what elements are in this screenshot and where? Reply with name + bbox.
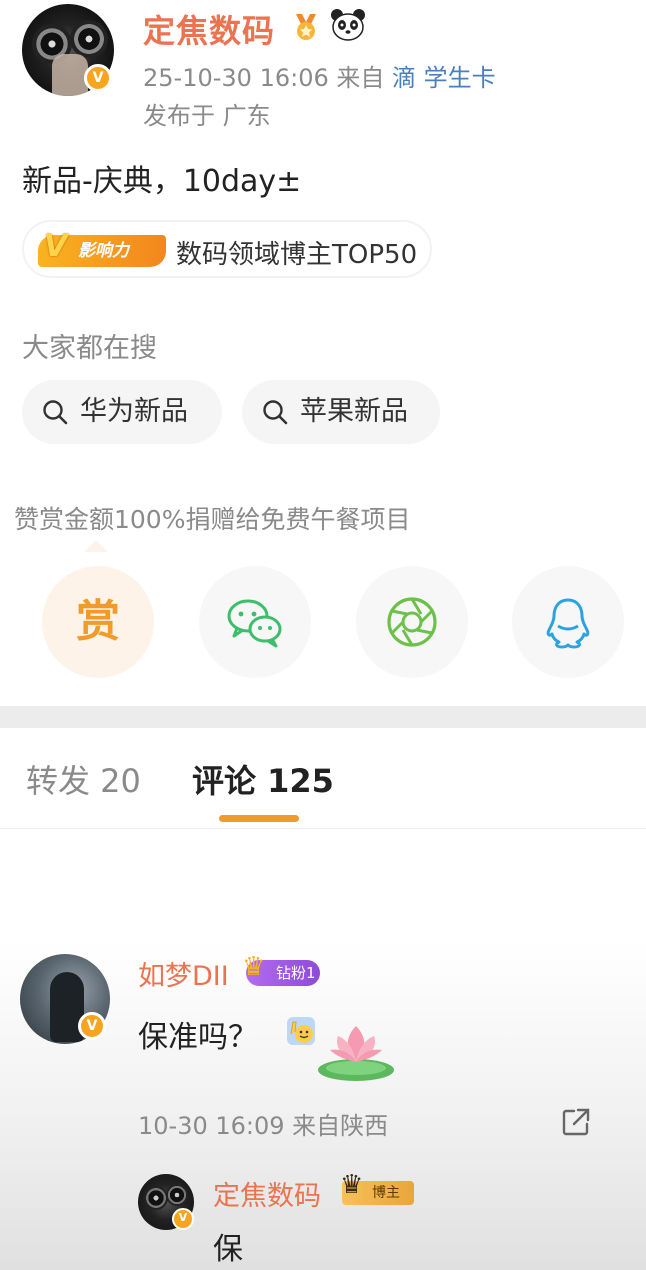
wechat-icon [227, 599, 282, 648]
section-divider [0, 706, 646, 728]
blogger-badge: ♛ 博主 [340, 1172, 414, 1205]
share-icon[interactable] [560, 1106, 592, 1138]
reply-text: 保 [213, 1232, 243, 1267]
qq-icon [546, 598, 590, 649]
commenter-name[interactable]: 如梦DII [138, 954, 229, 993]
moments-icon [387, 597, 437, 647]
tab-repost[interactable]: 转发 20 [26, 756, 141, 802]
comment-meta: 10-30 16:09 来自陕西 [138, 1112, 389, 1140]
verified-icon: V [172, 1208, 194, 1230]
verified-icon: V [84, 64, 112, 92]
post-text: 新品-庆典，10day± [22, 164, 302, 199]
source-app-link[interactable]: 滴 学生卡 [392, 64, 496, 92]
fan-level-badge: ♛ 钻粉1 [242, 954, 320, 986]
influence-text: 数码领域博主TOP50 [176, 240, 418, 270]
search-icon [263, 400, 288, 425]
tab-active-indicator [219, 815, 299, 822]
share-wechat-button[interactable] [199, 566, 311, 678]
reward-description: 赞赏金额100%捐赠给免费午餐项目 [14, 505, 411, 534]
post-location: 发布于 广东 [143, 102, 271, 130]
reward-pointer [84, 540, 108, 552]
search-chip-apple[interactable]: 苹果新品 [242, 380, 440, 444]
search-chip-huawei[interactable]: 华为新品 [22, 380, 222, 444]
reply-author-name[interactable]: 定焦数码 [213, 1174, 321, 1213]
post-time: 25-10-30 16:06 [143, 64, 329, 92]
author-name[interactable]: 定焦数码 [143, 6, 275, 52]
comment-text: 保准吗？ [138, 1020, 258, 1055]
tab-divider [0, 828, 646, 829]
influence-badge: V 影响力 [38, 231, 166, 267]
verified-icon: V [78, 1012, 106, 1040]
panda-icon[interactable] [330, 8, 366, 42]
share-qq-button[interactable] [512, 566, 624, 678]
influence-tag[interactable]: V 影响力 数码领域博主TOP50 [22, 220, 432, 278]
post-meta: 25-10-30 16:06 来自 滴 学生卡 [143, 58, 496, 93]
reward-button[interactable]: 赏 [42, 566, 154, 678]
medal-icon[interactable] [290, 10, 322, 42]
search-chip-label: 苹果新品 [300, 396, 408, 427]
search-icon [43, 400, 68, 425]
search-section-title: 大家都在搜 [22, 333, 157, 364]
v-influence-icon: V [44, 229, 68, 264]
tab-comment[interactable]: 评论 125 [192, 756, 334, 802]
source-prefix: 来自 [336, 64, 385, 92]
wave-emoji-icon [287, 1017, 315, 1045]
crown-icon: ♛ [340, 1170, 364, 1200]
crown-icon: ♛ [242, 952, 266, 982]
share-moments-button[interactable] [356, 566, 468, 678]
search-chip-label: 华为新品 [80, 396, 188, 427]
lotus-sticker-icon [318, 1026, 394, 1081]
